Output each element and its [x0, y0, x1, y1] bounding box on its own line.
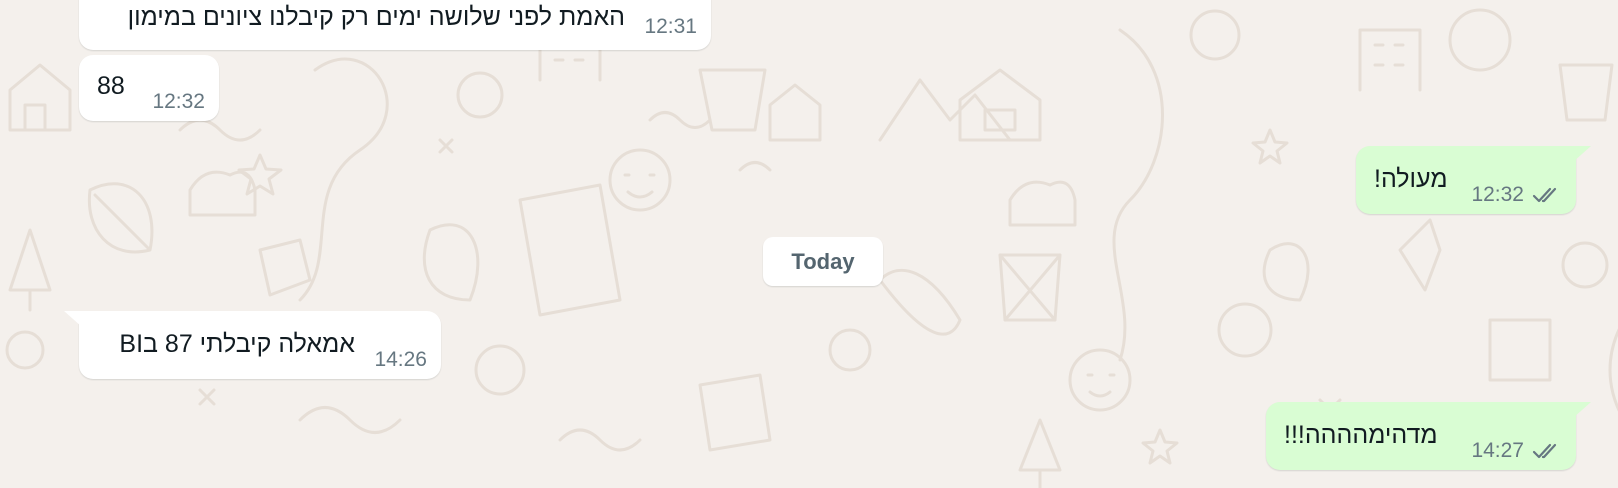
double-check-icon: [1532, 443, 1557, 459]
bubble-tail: [64, 311, 82, 327]
message-incoming[interactable]: האמת לפני שלושה ימים רק קיבלנו ציונים במ…: [79, 0, 711, 50]
message-timestamp: 14:27: [1471, 439, 1524, 462]
message-text: אמאלה קיבלתי 87 בBI: [119, 330, 355, 358]
message-incoming[interactable]: אמאלה קיבלתי 87 בBI 14:26: [64, 311, 441, 379]
message-timestamp: 14:26: [374, 348, 427, 371]
message-text: 88: [97, 72, 125, 100]
double-check-icon: [1532, 187, 1557, 203]
chat-message-list[interactable]: האמת לפני שלושה ימים רק קיבלנו ציונים במ…: [0, 0, 1618, 488]
bubble-tail: [1573, 146, 1591, 162]
message-text: מעולה!: [1374, 165, 1448, 193]
date-separator: Today: [763, 237, 883, 286]
message-text: האמת לפני שלושה ימים רק קיבלנו ציונים במ…: [127, 3, 625, 31]
bubble-tail: [1573, 402, 1591, 418]
message-timestamp: 12:31: [644, 15, 697, 38]
message-timestamp: 12:32: [1471, 183, 1524, 206]
message-text: מדהימהההה!!!: [1284, 421, 1438, 449]
message-timestamp: 12:32: [152, 90, 205, 113]
message-outgoing[interactable]: מעולה! 12:32: [1356, 146, 1591, 214]
message-outgoing[interactable]: מדהימהההה!!! 14:27: [1266, 402, 1591, 470]
message-incoming[interactable]: 88 12:32: [79, 55, 219, 121]
